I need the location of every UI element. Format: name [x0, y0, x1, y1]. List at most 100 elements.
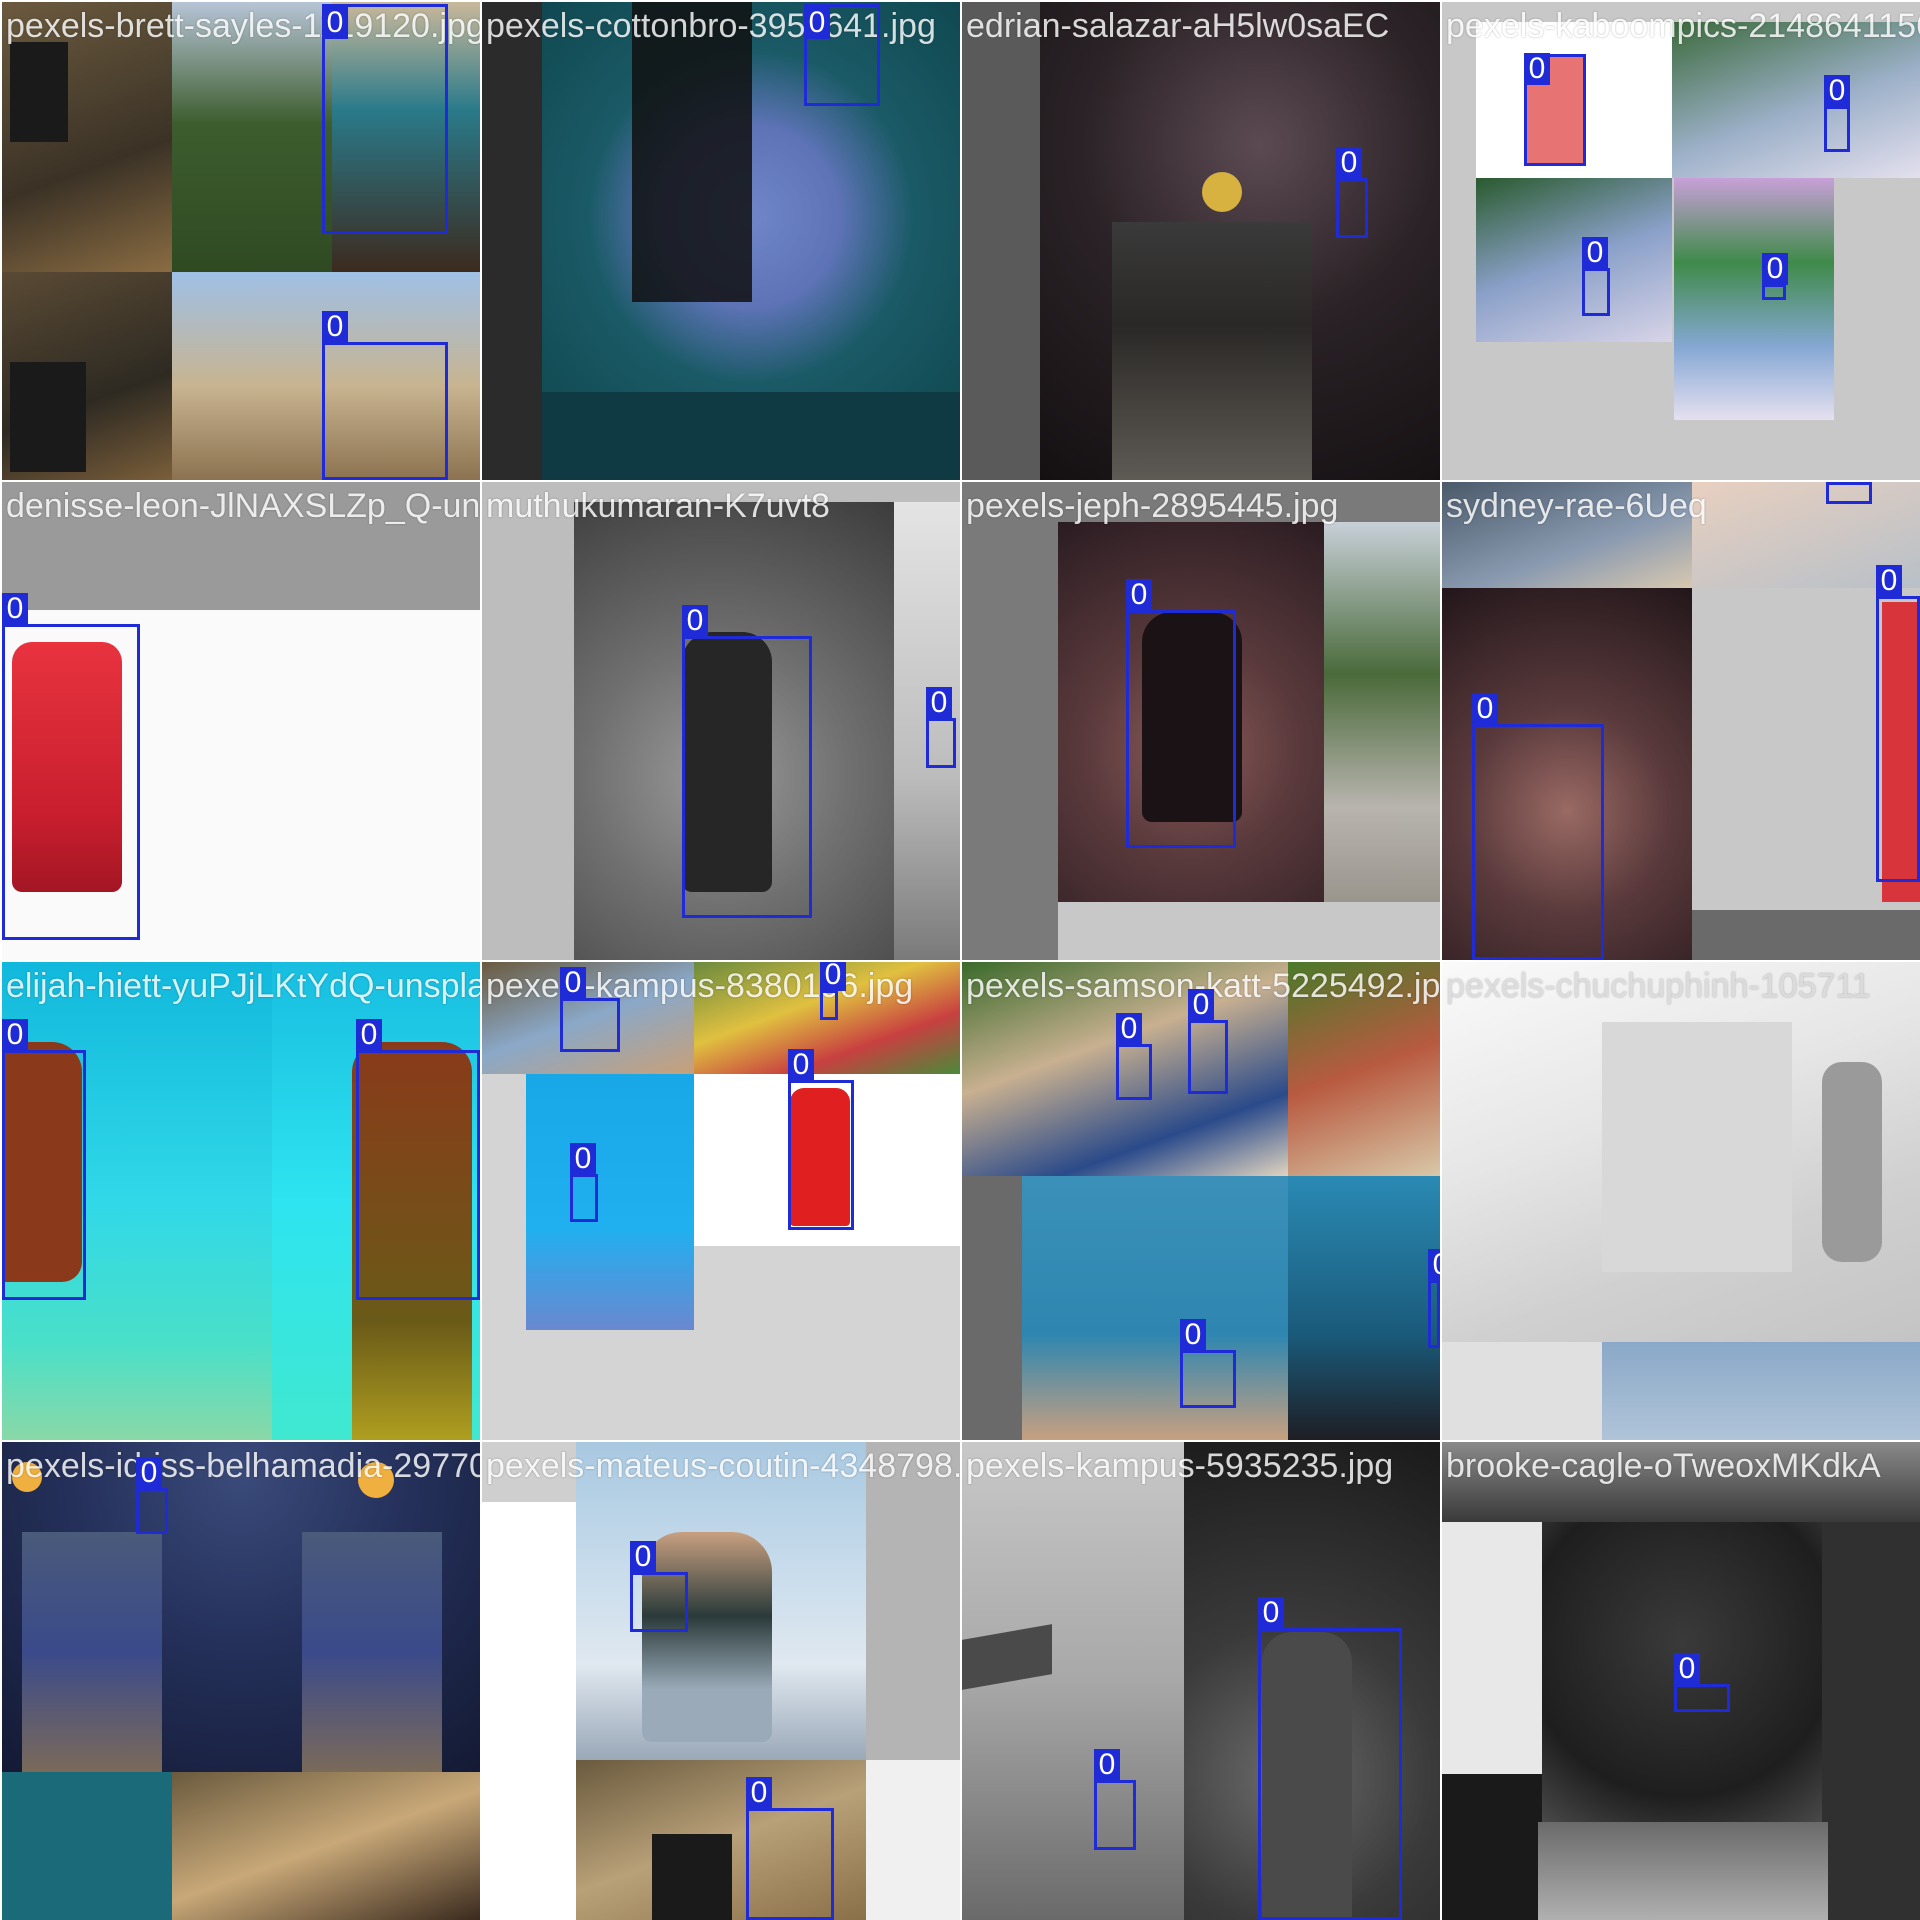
photo-region: [172, 1772, 480, 1920]
photo-region: [1602, 1342, 1920, 1440]
mosaic-tile: pexels-cottonbro-3951641.jpg 0: [482, 2, 960, 480]
photo-region: [1476, 178, 1672, 342]
detection-box: 0: [1180, 1319, 1236, 1408]
detection-box: 0: [1126, 579, 1236, 848]
detection-box: 0: [136, 1457, 168, 1534]
photo-region: [866, 1760, 960, 1920]
class-label: 0: [322, 311, 348, 343]
class-label: 0: [630, 1541, 656, 1573]
class-label: 0: [1428, 1249, 1440, 1281]
photo-region: [1822, 1062, 1882, 1262]
photo-region: [358, 1462, 394, 1498]
detection-box: 0: [570, 1143, 598, 1222]
photo-region: [10, 362, 86, 472]
class-label: 0: [804, 7, 830, 39]
mosaic-tile: pexels-jeph-2895445.jpg 0: [962, 482, 1440, 960]
class-label: 0: [356, 1019, 382, 1051]
detection-box: 0: [1258, 1597, 1402, 1920]
photo-region: [1602, 1022, 1792, 1272]
mosaic-grid: pexels-brett-sayles-1119120.jpg 0 0 pexe…: [0, 0, 1920, 1920]
detection-box: 0: [1524, 53, 1586, 166]
class-label: 0: [322, 7, 348, 39]
class-label: 0: [2, 593, 28, 625]
class-label: 0: [1116, 1013, 1142, 1045]
class-label: 0: [2, 1019, 28, 1051]
detection-box: 0: [1428, 1249, 1440, 1348]
class-label: 0: [682, 605, 708, 637]
photo-region: [642, 1532, 772, 1742]
mosaic-tile: pexels-idriss-belhamadia-2977095.jpg 0: [2, 1442, 480, 1920]
class-label: 0: [1336, 147, 1362, 179]
photo-region: [1022, 1176, 1288, 1440]
photo-region: [1442, 482, 1692, 588]
photo-region: [1202, 172, 1242, 212]
detection-box: 0: [1826, 482, 1872, 504]
detection-box: 0: [926, 687, 956, 768]
class-label: 0: [1126, 579, 1152, 611]
photo-region: [302, 1532, 442, 1772]
photo-region: [1324, 522, 1440, 902]
photo-region: [1692, 910, 1920, 960]
photo-region: [1288, 962, 1440, 1176]
detection-box: 0: [1336, 147, 1368, 238]
detection-box: 0: [322, 311, 448, 480]
tile-filename: pexels-jeph-2895445.jpg: [966, 487, 1339, 525]
mosaic-tile: elijah-hiett-yuPJjLKtYdQ-unsplash 0 0: [2, 962, 480, 1440]
photo-region: [22, 1532, 162, 1772]
detection-box: 0: [1116, 1013, 1152, 1100]
class-label: 0: [1472, 693, 1498, 725]
mosaic-tile: pexels-brett-sayles-1119120.jpg 0 0: [2, 2, 480, 480]
class-label: 0: [1188, 989, 1214, 1021]
detection-box: 0: [1188, 989, 1228, 1094]
class-label: 0: [136, 1457, 162, 1489]
photo-region: [632, 2, 752, 302]
class-label: 0: [560, 967, 586, 999]
mosaic-tile: brooke-cagle-oTweoxMKdkA 0: [1442, 1442, 1920, 1920]
photo-region: [526, 1074, 694, 1330]
class-label: 0: [746, 1777, 772, 1809]
detection-box: 0: [788, 1049, 854, 1230]
detection-box: 0: [1674, 1653, 1730, 1712]
mosaic-tile: pexels-chuchuphinh-105711: [1442, 962, 1920, 1440]
mosaic-tile: pexels-kaboompics-2148641156 0 0 0 0: [1442, 2, 1920, 480]
photo-region: [542, 392, 960, 480]
photo-region: [1288, 1176, 1440, 1440]
photo-region: [1442, 1774, 1542, 1920]
mosaic-tile: pexels-kampus-5935235.jpg 0 0: [962, 1442, 1440, 1920]
photo-region: [2, 1772, 172, 1920]
detection-box: 0: [2, 1019, 86, 1300]
class-label: 0: [1824, 75, 1850, 107]
photo-region: [866, 1442, 960, 1760]
photo-region: [1442, 1342, 1602, 1440]
photo-region: [2, 482, 480, 610]
class-label: 0: [820, 962, 846, 991]
photo-region: [1112, 222, 1312, 480]
photo-region: [652, 1834, 732, 1920]
detection-box: 0: [682, 605, 812, 918]
detection-box: 0: [2, 593, 140, 940]
photo-region: [482, 1502, 576, 1920]
photo-region: [1442, 1522, 1542, 1774]
detection-box: 0: [356, 1019, 480, 1300]
detection-box: 0: [804, 4, 880, 106]
class-label: 0: [788, 1049, 814, 1081]
photo-region: [172, 2, 332, 272]
class-label: 0: [1762, 253, 1788, 285]
class-label: 0: [1674, 1653, 1700, 1685]
class-label: 0: [926, 687, 952, 719]
photo-region: [482, 2, 542, 480]
photo-region: [1538, 1822, 1828, 1920]
mosaic-tile: pexels-kampus-8380196.jpg 0 0 0 0: [482, 962, 960, 1440]
class-label: 0: [570, 1143, 596, 1175]
photo-region: [1058, 902, 1440, 960]
class-label: 0: [1180, 1319, 1206, 1351]
class-label: 0: [1258, 1597, 1284, 1629]
mosaic-tile: edrian-salazar-aH5lw0saEC 0: [962, 2, 1440, 480]
class-label: 0: [1524, 53, 1550, 85]
detection-box: 0: [1582, 237, 1610, 316]
photo-region: [962, 2, 1040, 480]
detection-box: 0: [1762, 253, 1788, 300]
detection-box: 0: [1876, 565, 1920, 882]
photo-region: [1672, 22, 1920, 178]
detection-box: 0: [820, 962, 846, 1020]
